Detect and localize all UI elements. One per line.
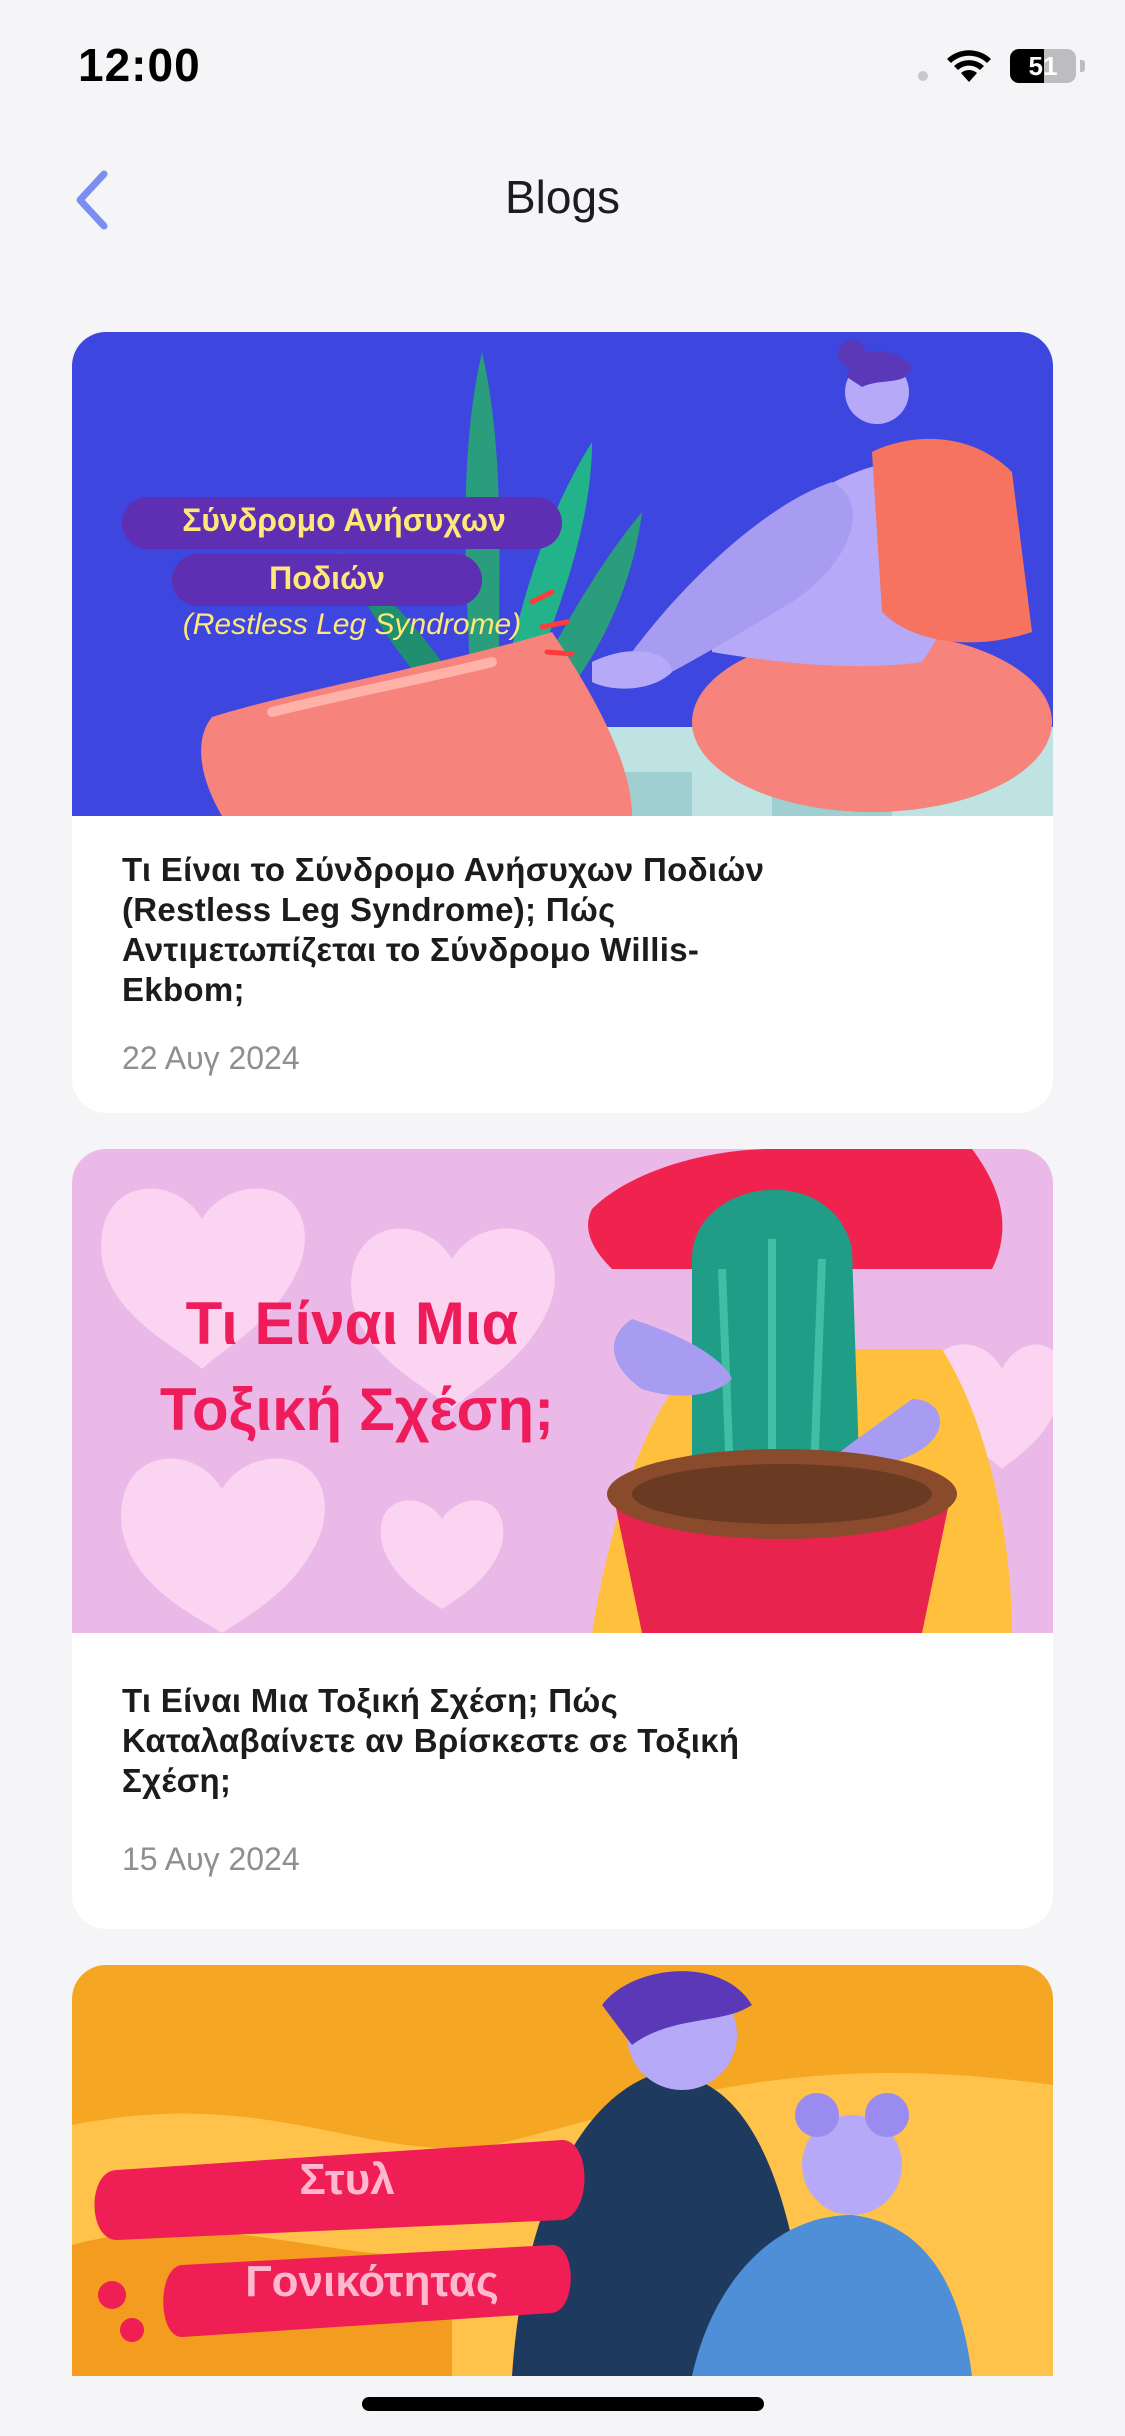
blog-card-image: Σύνδρομο Ανήσυχων Ποδιών (Restless Leg S… [72,332,1053,816]
image-caption-line-3: (Restless Leg Syndrome) [182,608,522,641]
status-icons: 51 [918,48,1085,84]
blog-card[interactable]: Τι Είναι Μια Τοξική Σχέση; Τι Είναι Μια … [72,1149,1053,1929]
image-caption-line-2: Τοξική Σχέση; [159,1376,555,1443]
navigation-bar: Blogs [0,140,1125,260]
battery-icon: 51 [1010,49,1076,83]
battery-level: 51 [1028,50,1058,81]
wifi-icon [947,50,991,82]
blog-card-body: Τι Είναι Μια Τοξική Σχέση; Πώς Καταλαβαί… [72,1681,1053,1878]
blog-card-date: 15 Αυγ 2024 [122,1841,300,1877]
image-caption-line-2: Ποδιών [269,560,385,596]
blog-card-body: Τι Είναι το Σύνδρομο Ανήσυχων Ποδιών (Re… [72,850,1053,1077]
image-caption-line-1: Στυλ [299,2155,395,2204]
blog-card-image: Στυλ Γονικότητας [72,1965,1053,2376]
blog-card-image: Τι Είναι Μια Τοξική Σχέση; [72,1149,1053,1633]
blog-card[interactable]: Στυλ Γονικότητας [72,1965,1053,2376]
image-caption-line-1: Τι Είναι Μια [185,1290,519,1357]
battery-cap [1080,60,1085,72]
page-title: Blogs [504,171,621,223]
blog-card-date: 22 Αυγ 2024 [122,1040,300,1076]
status-bar: 12:00 51 [0,0,1125,140]
blog-card-title: Τι Είναι Μια Τοξική Σχέση; Πώς Καταλαβαί… [122,1682,740,1799]
image-caption-line-1: Σύνδρομο Ανήσυχων [182,502,506,538]
home-indicator[interactable] [362,2397,764,2411]
blogs-screen: 12:00 51 Blogs Σύνδρομο Ανήσυχων Ποδιών … [0,0,1125,2436]
image-caption-line-2: Γονικότητας [245,2257,499,2306]
status-time: 12:00 [78,39,201,91]
cellular-signal-icon [918,71,928,81]
blog-card-title: Τι Είναι το Σύνδρομο Ανήσυχων Ποδιών (Re… [122,851,765,1008]
blog-card[interactable]: Σύνδρομο Ανήσυχων Ποδιών (Restless Leg S… [72,332,1053,1113]
